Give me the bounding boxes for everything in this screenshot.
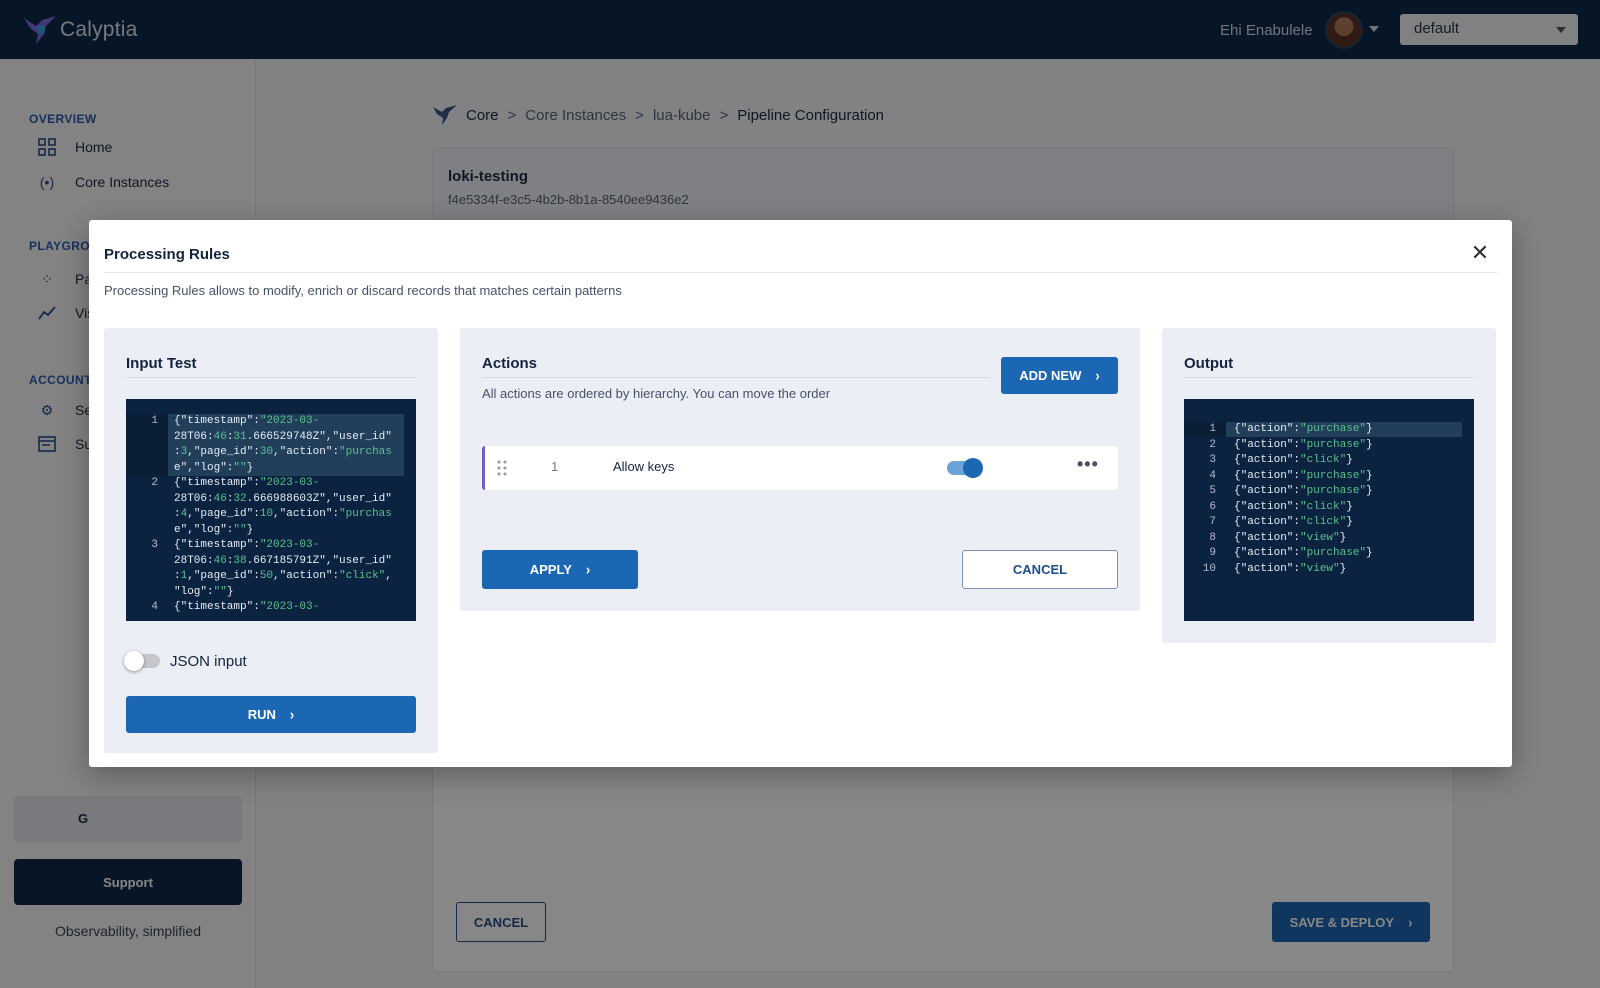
code-line: {"action":"purchase"} [1234, 438, 1373, 451]
code-line: :3,"page_id":30,"action":"purchas [174, 446, 392, 458]
drag-handle-icon[interactable] [497, 460, 507, 476]
line-number: 3 [151, 539, 158, 551]
code-line: :4,"page_id":10,"action":"purchas [174, 508, 392, 520]
panel-divider [482, 377, 990, 378]
add-new-label: ADD NEW [1019, 368, 1082, 383]
actions-title: Actions [482, 355, 538, 372]
line-number: 8 [1209, 531, 1216, 544]
code-line: {"action":"purchase"} [1234, 547, 1373, 559]
action-enabled-toggle[interactable] [947, 458, 983, 478]
more-options-icon[interactable]: ••• [1077, 454, 1099, 475]
code-line: {"action":"click"} [1234, 500, 1353, 513]
line-number: 10 [1202, 562, 1216, 575]
actions-panel: Actions All actions are ordered by hiera… [460, 328, 1140, 611]
code-line: 28T06:46:38.667185791Z","user_id" [174, 554, 392, 567]
chevron-right-icon: › [1095, 367, 1100, 384]
modal-description: Processing Rules allows to modify, enric… [104, 283, 622, 298]
output-code-viewer[interactable]: 1 {"action":"purchase"} 2 {"action":"purcha… [1184, 399, 1474, 621]
apply-label: APPLY [529, 562, 572, 577]
code-line: {"action":"purchase"} [1234, 423, 1373, 435]
action-order: 1 [551, 459, 559, 474]
code-line: {"action":"click"} [1234, 454, 1353, 466]
processing-rules-modal: Processing Rules ✕ Processing Rules allo… [89, 220, 1512, 767]
actions-description: All actions are ordered by hierarchy. Yo… [482, 386, 831, 401]
line-number: 1 [1209, 423, 1216, 435]
input-test-title: Input Test [126, 355, 197, 372]
run-label: RUN [247, 707, 276, 722]
code-line: {"timestamp":"2023-03- [174, 477, 320, 489]
panel-divider [126, 377, 416, 378]
code-line: :1,"page_id":50,"action":"click", [174, 570, 392, 582]
line-number: 4 [151, 601, 158, 613]
line-number: 3 [1209, 454, 1216, 466]
chevron-right-icon: › [289, 706, 295, 723]
run-button[interactable]: RUN › [126, 696, 416, 733]
code-line: e","log":""} [174, 523, 254, 536]
line-number: 2 [151, 477, 158, 489]
json-input-toggle[interactable] [124, 651, 160, 671]
action-row: 1 Allow keys ••• [482, 446, 1118, 490]
code-line: 28T06:46:32.666988603Z","user_id" [174, 492, 392, 505]
chevron-right-icon: › [585, 561, 591, 578]
code-line: {"timestamp":"2023-03- [174, 539, 320, 551]
modal-title: Processing Rules [104, 246, 230, 263]
line-number: 7 [1209, 516, 1216, 528]
code-line: {"action":"view"} [1234, 531, 1347, 544]
code-line: "log":""} [174, 585, 234, 598]
line-number: 9 [1209, 547, 1216, 559]
toggle-knob [124, 651, 144, 671]
close-icon[interactable]: ✕ [1469, 242, 1491, 264]
input-test-panel: Input Test 1 {"timestamp":"2023-03- 28T06:… [104, 328, 438, 753]
code-line: {"timestamp":"2023-03- [174, 601, 320, 613]
line-number: 5 [1209, 485, 1216, 497]
output-title: Output [1184, 355, 1234, 372]
output-panel: Output 1 {"action":"purchase"} 2 {"action":… [1162, 328, 1496, 643]
modal-divider [104, 272, 1497, 273]
line-number: 4 [1209, 469, 1216, 482]
toggle-knob [963, 458, 983, 478]
code-line: {"action":"view"} [1234, 562, 1347, 575]
code-line: {"action":"purchase"} [1234, 485, 1373, 497]
add-new-button[interactable]: ADD NEW › [1001, 357, 1118, 394]
action-label: Allow keys [613, 459, 675, 474]
line-number: 2 [1209, 438, 1216, 451]
code-line: e","log":""} [174, 461, 254, 474]
code-line: 28T06:46:31.666529748Z","user_id" [174, 430, 392, 443]
line-number: 1 [151, 415, 158, 427]
apply-button[interactable]: APPLY › [482, 550, 638, 589]
line-number: 6 [1209, 500, 1216, 513]
code-line: {"timestamp":"2023-03- [174, 415, 320, 427]
input-code-editor[interactable]: 1 {"timestamp":"2023-03- 28T06:46:31.66652… [126, 399, 416, 621]
code-line: {"action":"purchase"} [1234, 469, 1373, 482]
code-line: {"action":"click"} [1234, 516, 1353, 528]
panel-divider [1184, 377, 1474, 378]
json-input-label: JSON input [170, 653, 247, 670]
cancel-button[interactable]: CANCEL [962, 550, 1118, 589]
